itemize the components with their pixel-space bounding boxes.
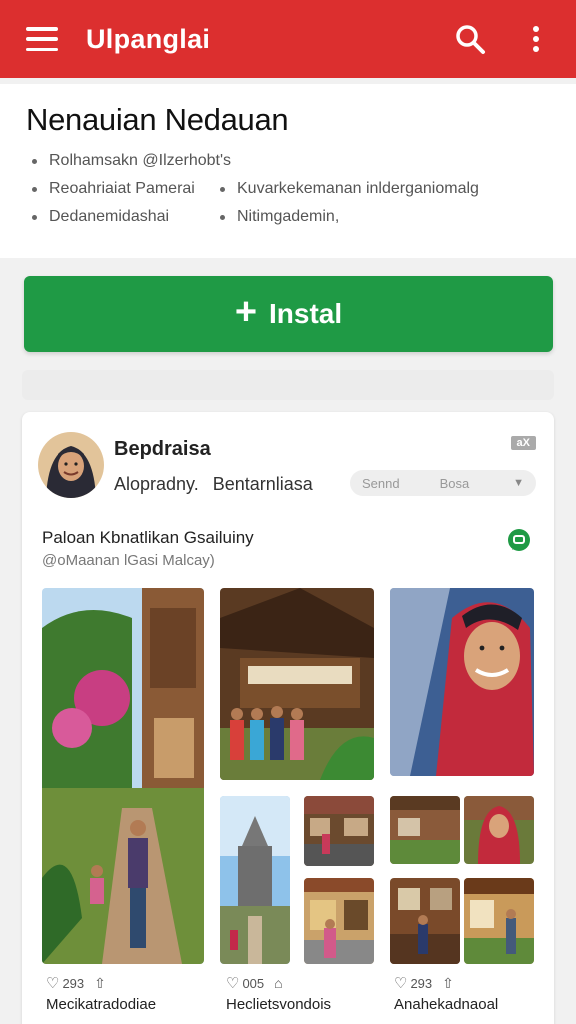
- feature-item: Dedanemidashai: [32, 208, 169, 226]
- post-username[interactable]: Bepdraisa: [114, 438, 211, 461]
- photo-village-path[interactable]: [42, 588, 204, 964]
- like-stats: ♡ 293 ⇧: [46, 974, 106, 993]
- photo-temple[interactable]: [220, 796, 290, 964]
- photo-woman-hijab[interactable]: [464, 796, 534, 864]
- plus-icon: +: [234, 291, 258, 333]
- app-bar: Ulpanglai: [0, 0, 576, 78]
- heart-icon[interactable]: ♡: [46, 974, 59, 992]
- share-icon[interactable]: ⇧: [94, 975, 106, 992]
- photo-caption: Anahekadnaoal: [394, 996, 499, 1013]
- heart-icon[interactable]: ♡: [226, 974, 239, 992]
- app-name-heading: Nenauian Nedauan: [26, 102, 289, 137]
- feature-item: Reoahriaiat Pamerai: [32, 180, 195, 198]
- post-meta: Alopradny. Bentarnliasa: [114, 474, 313, 494]
- app-title: Ulpanglai: [86, 23, 211, 54]
- send-selector[interactable]: Sennd Bosa ▼: [350, 470, 536, 496]
- feature-item: Nitimgademin,: [220, 208, 339, 226]
- feature-item: Kuvarkekemanan inlderganiomalg: [220, 180, 479, 198]
- install-button[interactable]: + Instal: [24, 276, 553, 352]
- chat-icon[interactable]: [506, 528, 532, 554]
- bullet-dot-icon: [32, 158, 37, 164]
- photo-caption: Mecikatradodiae: [46, 996, 157, 1013]
- heart-icon[interactable]: ♡: [394, 974, 407, 992]
- photo-courtyard[interactable]: [390, 796, 460, 864]
- photo-portrait-woman[interactable]: [390, 588, 534, 776]
- bullet-dot-icon: [32, 214, 37, 220]
- home-icon[interactable]: ⌂: [274, 975, 282, 991]
- install-label: Instal: [269, 298, 343, 329]
- more-vert-icon[interactable]: [516, 19, 556, 59]
- search-icon[interactable]: [450, 19, 490, 59]
- photo-wooden-house[interactable]: [220, 588, 374, 780]
- photo-market-street[interactable]: [304, 796, 374, 866]
- bullet-dot-icon: [32, 186, 37, 192]
- hamburger-menu-icon[interactable]: [26, 27, 58, 51]
- ax-badge: aX: [510, 436, 536, 450]
- like-stats: ♡ 005 ⌂: [226, 974, 283, 992]
- avatar[interactable]: [38, 432, 104, 498]
- feature-item: Rolhamsakn @Ilzerhobt's: [32, 152, 231, 170]
- photo-shop-front[interactable]: [304, 878, 374, 964]
- share-icon[interactable]: ⇧: [442, 975, 454, 992]
- chevron-down-icon: ▼: [513, 477, 524, 489]
- post-title: Paloan Kbnatlikan Gsailuiny: [42, 528, 254, 547]
- photo-veranda[interactable]: [464, 878, 534, 964]
- app-info-card: Nenauian Nedauan Rolhamsakn @Ilzerhobt's…: [0, 84, 576, 258]
- bullet-dot-icon: [220, 214, 225, 220]
- photo-hall-interior[interactable]: [390, 878, 460, 964]
- photo-caption: Heclietsvondois: [226, 996, 332, 1013]
- divider: [22, 370, 554, 400]
- post-subtitle: @oMaanan lGasi Malcay): [42, 552, 215, 569]
- like-stats: ♡ 293 ⇧: [394, 974, 454, 993]
- bullet-dot-icon: [220, 186, 225, 192]
- post-card: Bepdraisa Alopradny. Bentarnliasa aX Senn…: [22, 412, 554, 1024]
- feature-list: Rolhamsakn @Ilzerhobt's Reoahriaiat Pame…: [26, 148, 550, 238]
